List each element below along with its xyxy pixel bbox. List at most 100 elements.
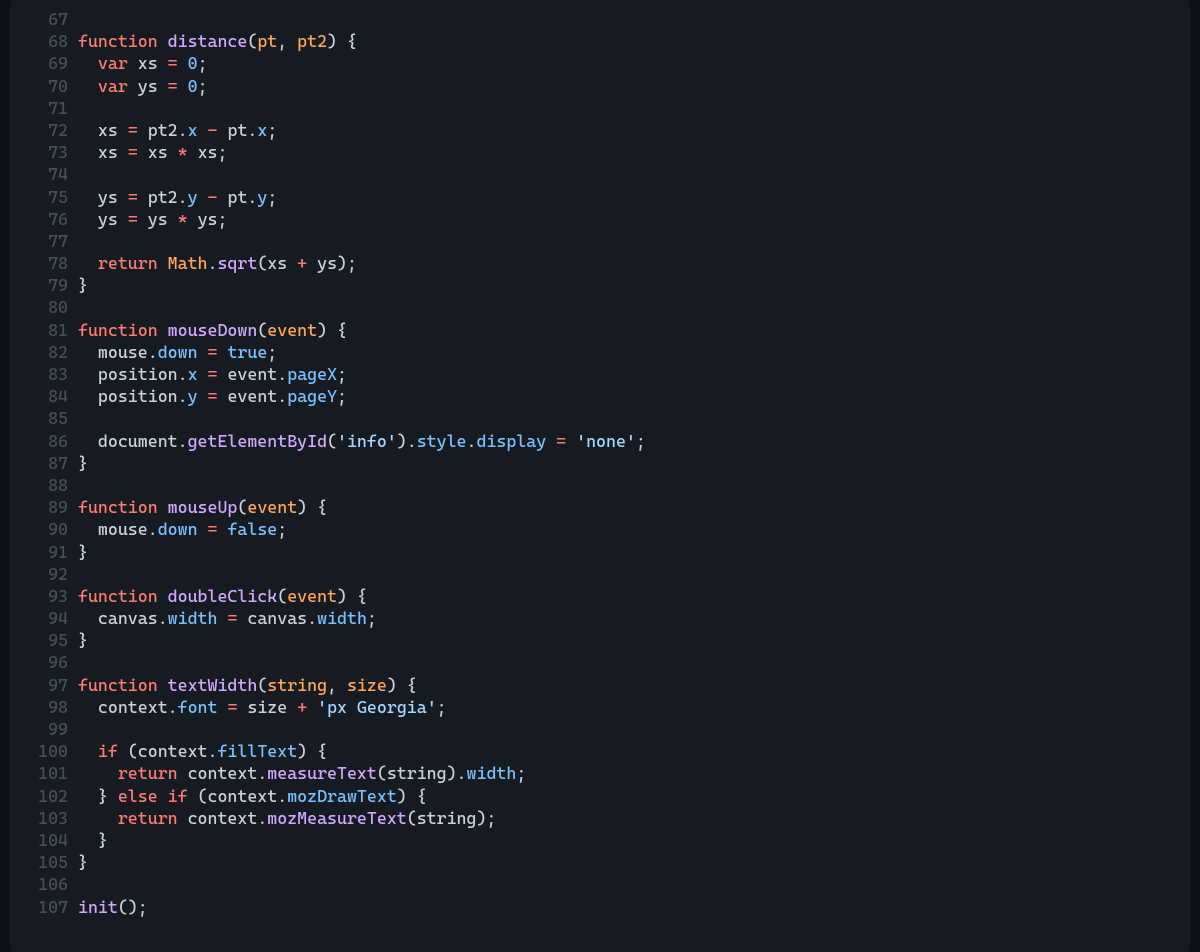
token-punc <box>78 76 98 96</box>
code-line[interactable]: 72 xs = pt2.x - pt.x; <box>10 119 1190 141</box>
code-content[interactable]: var ys = 0; <box>74 75 1190 97</box>
code-content[interactable]: mouse.down = true; <box>74 341 1190 363</box>
code-line[interactable]: 84 position.y = event.pageY; <box>10 385 1190 407</box>
token-punc: . <box>168 697 178 717</box>
token-ident: pt <box>227 120 247 140</box>
code-content[interactable] <box>74 651 1190 673</box>
token-punc: ( <box>257 320 267 340</box>
code-content[interactable]: } <box>74 452 1190 474</box>
code-content[interactable]: mouse.down = false; <box>74 518 1190 540</box>
code-content[interactable]: function textWidth(string, size) { <box>74 674 1190 696</box>
token-kw: return <box>118 763 178 783</box>
token-punc <box>128 53 138 73</box>
code-content[interactable]: } <box>74 274 1190 296</box>
code-line[interactable]: 70 var ys = 0; <box>10 75 1190 97</box>
code-line[interactable]: 102 } else if (context.mozDrawText) { <box>10 785 1190 807</box>
code-line[interactable]: 106 <box>10 873 1190 895</box>
code-line[interactable]: 88 <box>10 474 1190 496</box>
code-content[interactable] <box>74 563 1190 585</box>
code-content[interactable] <box>74 8 1190 30</box>
code-content[interactable]: } <box>74 851 1190 873</box>
code-content[interactable]: context.font = size + 'px Georgia'; <box>74 696 1190 718</box>
code-content[interactable]: } else if (context.mozDrawText) { <box>74 785 1190 807</box>
token-punc <box>78 364 98 384</box>
code-line[interactable]: 68function distance(pt, pt2) { <box>10 30 1190 52</box>
code-line[interactable]: 101 return context.measureText(string).w… <box>10 762 1190 784</box>
code-line[interactable]: 96 <box>10 651 1190 673</box>
code-line[interactable]: 94 canvas.width = canvas.width; <box>10 607 1190 629</box>
code-content[interactable]: ys = pt2.y - pt.y; <box>74 186 1190 208</box>
code-line[interactable]: 100 if (context.fillText) { <box>10 740 1190 762</box>
code-line[interactable]: 86 document.getElementById('info').style… <box>10 430 1190 452</box>
code-line[interactable]: 99 <box>10 718 1190 740</box>
code-content[interactable]: canvas.width = canvas.width; <box>74 607 1190 629</box>
code-content[interactable]: position.y = event.pageY; <box>74 385 1190 407</box>
code-content[interactable]: document.getElementById('info').style.di… <box>74 430 1190 452</box>
code-line[interactable]: 95} <box>10 629 1190 651</box>
code-line[interactable]: 67 <box>10 8 1190 30</box>
token-kw: = <box>556 431 566 451</box>
code-content[interactable]: return context.mozMeasureText(string); <box>74 807 1190 829</box>
code-line[interactable]: 98 context.font = size + 'px Georgia'; <box>10 696 1190 718</box>
code-content[interactable] <box>74 163 1190 185</box>
code-line[interactable]: 90 mouse.down = false; <box>10 518 1190 540</box>
code-content[interactable]: function mouseDown(event) { <box>74 319 1190 341</box>
code-content[interactable]: } <box>74 629 1190 651</box>
code-content[interactable]: init(); <box>74 896 1190 918</box>
code-content[interactable]: } <box>74 829 1190 851</box>
code-line[interactable]: 81function mouseDown(event) { <box>10 319 1190 341</box>
code-content[interactable]: function mouseUp(event) { <box>74 496 1190 518</box>
code-content[interactable]: return context.measureText(string).width… <box>74 762 1190 784</box>
token-bool: false <box>227 519 277 539</box>
code-line[interactable]: 71 <box>10 97 1190 119</box>
code-line[interactable]: 89function mouseUp(event) { <box>10 496 1190 518</box>
code-content[interactable]: ys = ys * ys; <box>74 208 1190 230</box>
code-line[interactable]: 73 xs = xs * xs; <box>10 141 1190 163</box>
code-editor[interactable]: 6768function distance(pt, pt2) {69 var x… <box>10 0 1190 952</box>
code-line[interactable]: 85 <box>10 407 1190 429</box>
token-punc <box>138 187 148 207</box>
code-line[interactable]: 80 <box>10 296 1190 318</box>
code-line[interactable]: 69 var xs = 0; <box>10 52 1190 74</box>
code-line[interactable]: 76 ys = ys * ys; <box>10 208 1190 230</box>
line-number: 71 <box>10 97 74 119</box>
code-line[interactable]: 107init(); <box>10 896 1190 918</box>
code-line[interactable]: 91} <box>10 541 1190 563</box>
code-content[interactable]: } <box>74 541 1190 563</box>
token-punc <box>217 697 227 717</box>
code-line[interactable]: 83 position.x = event.pageX; <box>10 363 1190 385</box>
code-line[interactable]: 87} <box>10 452 1190 474</box>
code-content[interactable]: function doubleClick(event) { <box>74 585 1190 607</box>
code-content[interactable]: var xs = 0; <box>74 52 1190 74</box>
code-line[interactable]: 97function textWidth(string, size) { <box>10 674 1190 696</box>
code-line[interactable]: 104 } <box>10 829 1190 851</box>
code-line[interactable]: 78 return Math.sqrt(xs + ys); <box>10 252 1190 274</box>
code-line[interactable]: 93function doubleClick(event) { <box>10 585 1190 607</box>
token-prop: y <box>188 386 198 406</box>
token-obj: Math <box>168 253 208 273</box>
code-line[interactable]: 105} <box>10 851 1190 873</box>
code-line[interactable]: 82 mouse.down = true; <box>10 341 1190 363</box>
code-content[interactable] <box>74 873 1190 895</box>
code-content[interactable]: if (context.fillText) { <box>74 740 1190 762</box>
token-punc: ) { <box>387 675 417 695</box>
token-punc <box>178 808 188 828</box>
code-line[interactable]: 79} <box>10 274 1190 296</box>
code-content[interactable]: return Math.sqrt(xs + ys); <box>74 252 1190 274</box>
code-line[interactable]: 92 <box>10 563 1190 585</box>
code-content[interactable]: position.x = event.pageX; <box>74 363 1190 385</box>
code-content[interactable]: xs = pt2.x - pt.x; <box>74 119 1190 141</box>
code-content[interactable]: function distance(pt, pt2) { <box>74 30 1190 52</box>
code-line[interactable]: 77 <box>10 230 1190 252</box>
code-line[interactable]: 74 <box>10 163 1190 185</box>
code-content[interactable] <box>74 407 1190 429</box>
code-content[interactable] <box>74 296 1190 318</box>
code-content[interactable] <box>74 474 1190 496</box>
code-content[interactable] <box>74 97 1190 119</box>
token-punc <box>218 120 228 140</box>
code-content[interactable]: xs = xs * xs; <box>74 141 1190 163</box>
code-content[interactable] <box>74 718 1190 740</box>
code-content[interactable] <box>74 230 1190 252</box>
code-line[interactable]: 75 ys = pt2.y - pt.y; <box>10 186 1190 208</box>
code-line[interactable]: 103 return context.mozMeasureText(string… <box>10 807 1190 829</box>
